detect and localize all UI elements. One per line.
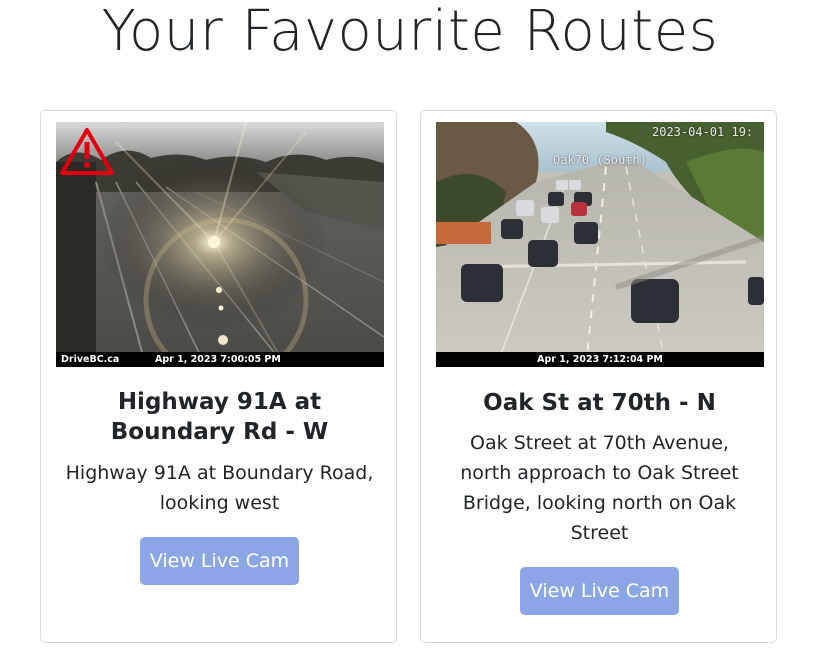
- webcam-overlay-label: Oak70 (South): [553, 153, 647, 167]
- route-description-line: Street: [570, 522, 629, 544]
- route-description-line: north approach to Oak Street: [460, 462, 739, 484]
- page-title: Your Favourite Routes: [101, 0, 719, 64]
- view-live-cam-button[interactable]: View Live Cam: [520, 567, 679, 615]
- route-title-line: Boundary Rd - W: [110, 419, 329, 445]
- route-description-line: Oak Street at 70th Avenue,: [470, 432, 729, 454]
- route-title-line: Highway 91A at: [117, 389, 322, 415]
- route-title: Highway 91A at Boundary Rd - W: [51, 387, 388, 447]
- route-description: Highway 91A at Boundary Road, looking we…: [61, 458, 378, 518]
- webcam-image: 2023-04-01 19: Oak70 (South) Apr 1, 2023…: [436, 122, 764, 367]
- route-description-line: Highway 91A at Boundary Road,: [65, 462, 374, 484]
- webcam-timestamp: Apr 1, 2023 7:00:05 PM: [155, 354, 281, 365]
- view-live-cam-button[interactable]: View Live Cam: [140, 537, 299, 585]
- route-description-line: looking west: [159, 492, 280, 514]
- webcam-overlay-datetime: 2023-04-01 19:: [652, 125, 754, 139]
- favourite-routes-page: Your Favourite Routes DriveBC.ca Apr 1, …: [0, 0, 820, 658]
- webcam-caption-bar: Apr 1, 2023 7:12:04 PM: [436, 352, 764, 367]
- webcam-timestamp: Apr 1, 2023 7:12:04 PM: [537, 354, 663, 365]
- route-description: Oak Street at 70th Avenue, north approac…: [441, 428, 758, 548]
- webcam-source: DriveBC.ca: [61, 354, 120, 365]
- route-description-line: Bridge, looking north on Oak: [462, 492, 737, 514]
- route-card-oak-st: 2023-04-01 19: Oak70 (South) Apr 1, 2023…: [420, 110, 777, 643]
- webcam-image: DriveBC.ca Apr 1, 2023 7:00:05 PM: [56, 122, 384, 367]
- route-card-highway-91a: DriveBC.ca Apr 1, 2023 7:00:05 PM Highwa…: [40, 110, 397, 643]
- webcam-scene: [56, 122, 384, 367]
- webcam-caption-bar: DriveBC.ca Apr 1, 2023 7:00:05 PM: [56, 352, 384, 367]
- route-title: Oak St at 70th - N: [483, 390, 716, 416]
